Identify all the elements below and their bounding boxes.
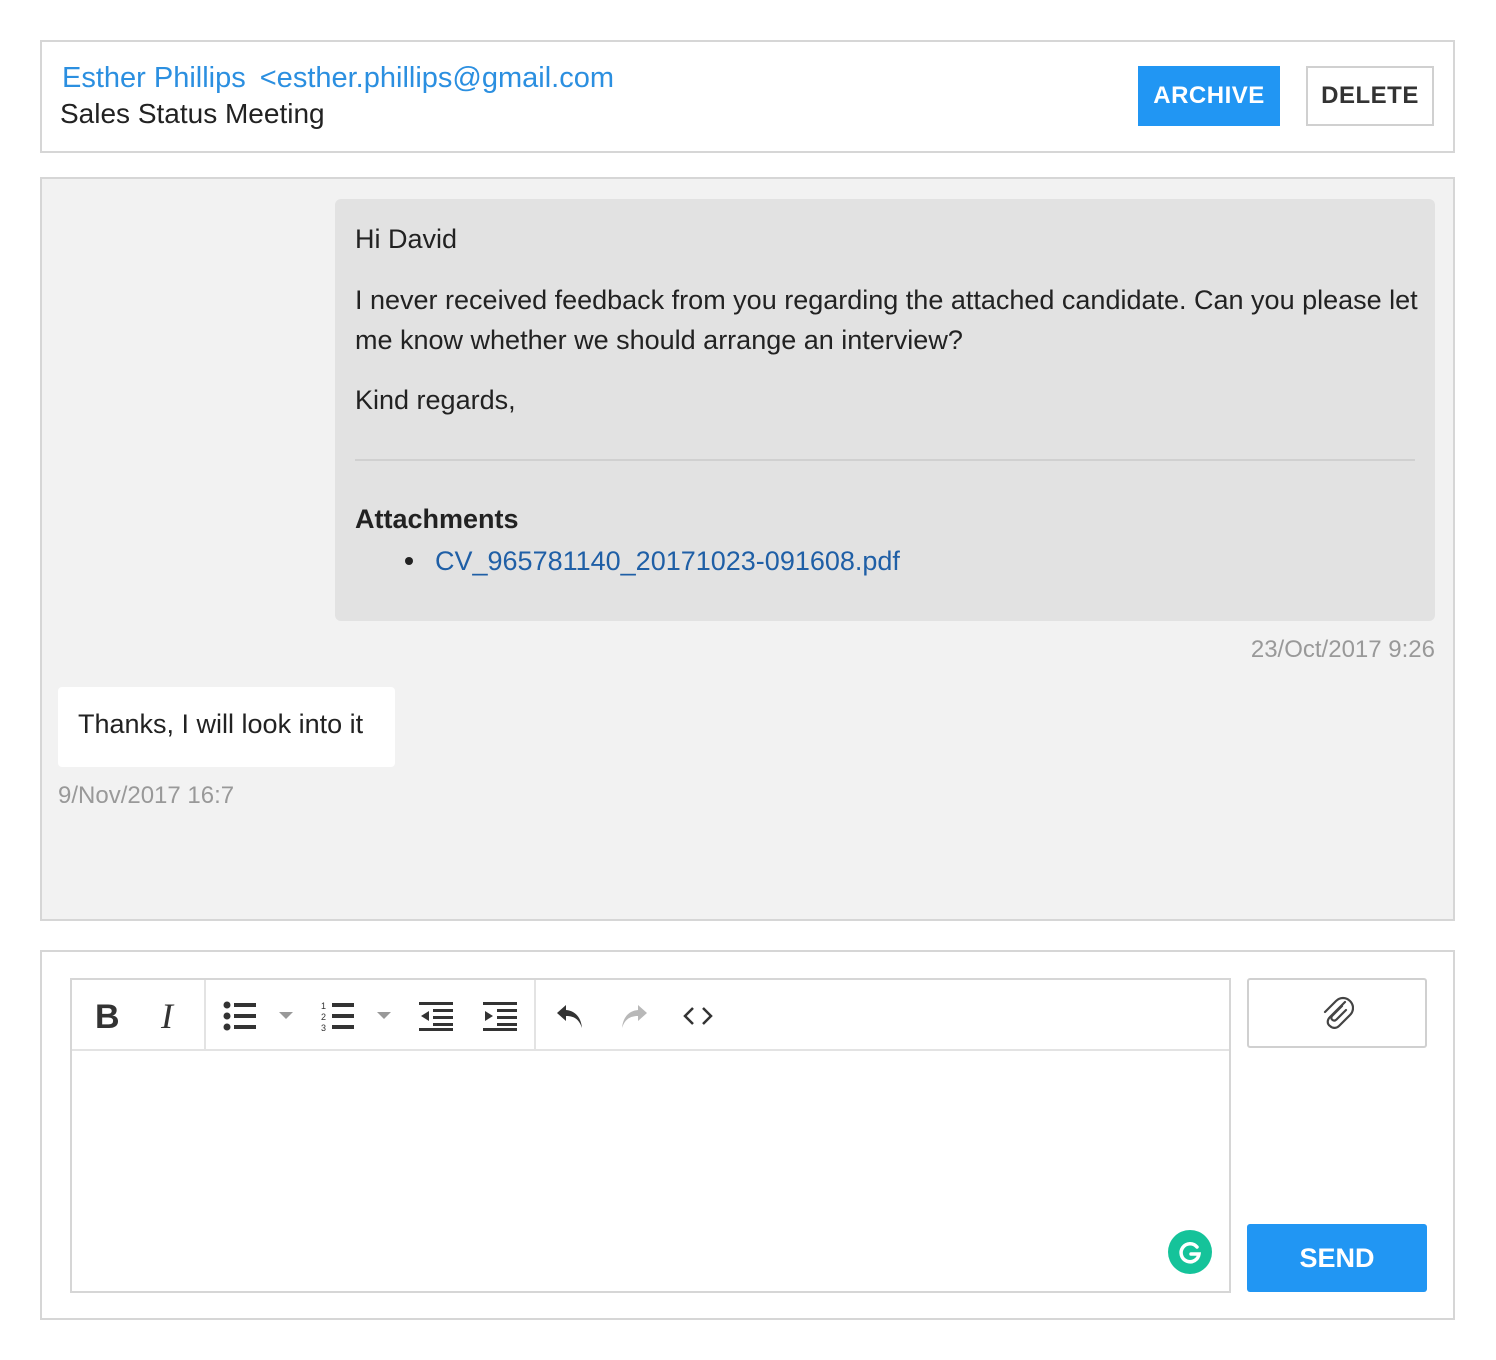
code-icon[interactable]: [676, 994, 720, 1038]
message-header: Esther Phillips <esther.phillips@gmail.co…: [40, 40, 1455, 153]
sender: Esther Phillips <esther.phillips@gmail.co…: [62, 62, 614, 95]
attachments-list: CV_965781140_20171023-091608.pdf: [355, 541, 900, 581]
numbered-list-icon[interactable]: 1 2 3: [316, 994, 360, 1038]
grammarly-icon[interactable]: [1168, 1230, 1212, 1274]
attach-file-button[interactable]: [1247, 978, 1427, 1048]
svg-text:3: 3: [321, 1023, 326, 1032]
incoming-timestamp: 23/Oct/2017 9:26: [1250, 636, 1435, 663]
bullet-list-dropdown-icon[interactable]: [279, 1012, 293, 1019]
conversation-thread: Hi David I never received feedback from …: [40, 177, 1455, 921]
undo-icon[interactable]: [548, 994, 592, 1038]
numbered-list-dropdown-icon[interactable]: [377, 1012, 391, 1019]
svg-text:1: 1: [321, 1001, 326, 1011]
attachment-item: CV_965781140_20171023-091608.pdf: [355, 541, 900, 581]
paperclip-icon: [1323, 996, 1354, 1029]
toolbar-group-lists: 1 2 3: [206, 980, 536, 1049]
divider: [355, 459, 1415, 461]
sender-email[interactable]: <esther.phillips@gmail.com: [260, 62, 614, 94]
svg-text:2: 2: [321, 1012, 326, 1022]
delete-button[interactable]: DELETE: [1306, 66, 1434, 126]
bold-icon[interactable]: B: [84, 994, 128, 1038]
archive-button[interactable]: ARCHIVE: [1138, 66, 1280, 126]
editor-toolbar: B I 1 2 3: [72, 980, 1229, 1051]
message-closing: Kind regards,: [355, 385, 516, 415]
attachments-title: Attachments: [355, 504, 519, 534]
bullet-icon: [405, 557, 413, 565]
indent-icon[interactable]: [478, 994, 522, 1038]
svg-text:I: I: [160, 1001, 175, 1031]
toolbar-group-format: B I: [72, 980, 206, 1049]
message-greeting: Hi David: [355, 224, 458, 254]
attachment-link[interactable]: CV_965781140_20171023-091608.pdf: [435, 546, 900, 576]
svg-text:B: B: [95, 1001, 119, 1031]
outgoing-message: Thanks, I will look into it: [58, 687, 395, 767]
subject: Sales Status Meeting: [60, 98, 325, 129]
send-button[interactable]: SEND: [1247, 1224, 1427, 1292]
toolbar-group-history: [536, 980, 736, 1049]
bullet-list-icon[interactable]: [218, 994, 262, 1038]
redo-icon[interactable]: [612, 994, 656, 1038]
reply-composer: B I 1 2 3 SEND: [40, 950, 1455, 1320]
rich-text-editor: B I 1 2 3: [70, 978, 1231, 1293]
italic-icon[interactable]: I: [148, 994, 192, 1038]
message-body: I never received feedback from you regar…: [355, 285, 1418, 355]
incoming-message: Hi David I never received feedback from …: [335, 199, 1435, 621]
sender-name[interactable]: Esther Phillips: [62, 62, 246, 94]
outgoing-timestamp: 9/Nov/2017 16:7: [58, 782, 235, 809]
outdent-icon[interactable]: [414, 994, 458, 1038]
